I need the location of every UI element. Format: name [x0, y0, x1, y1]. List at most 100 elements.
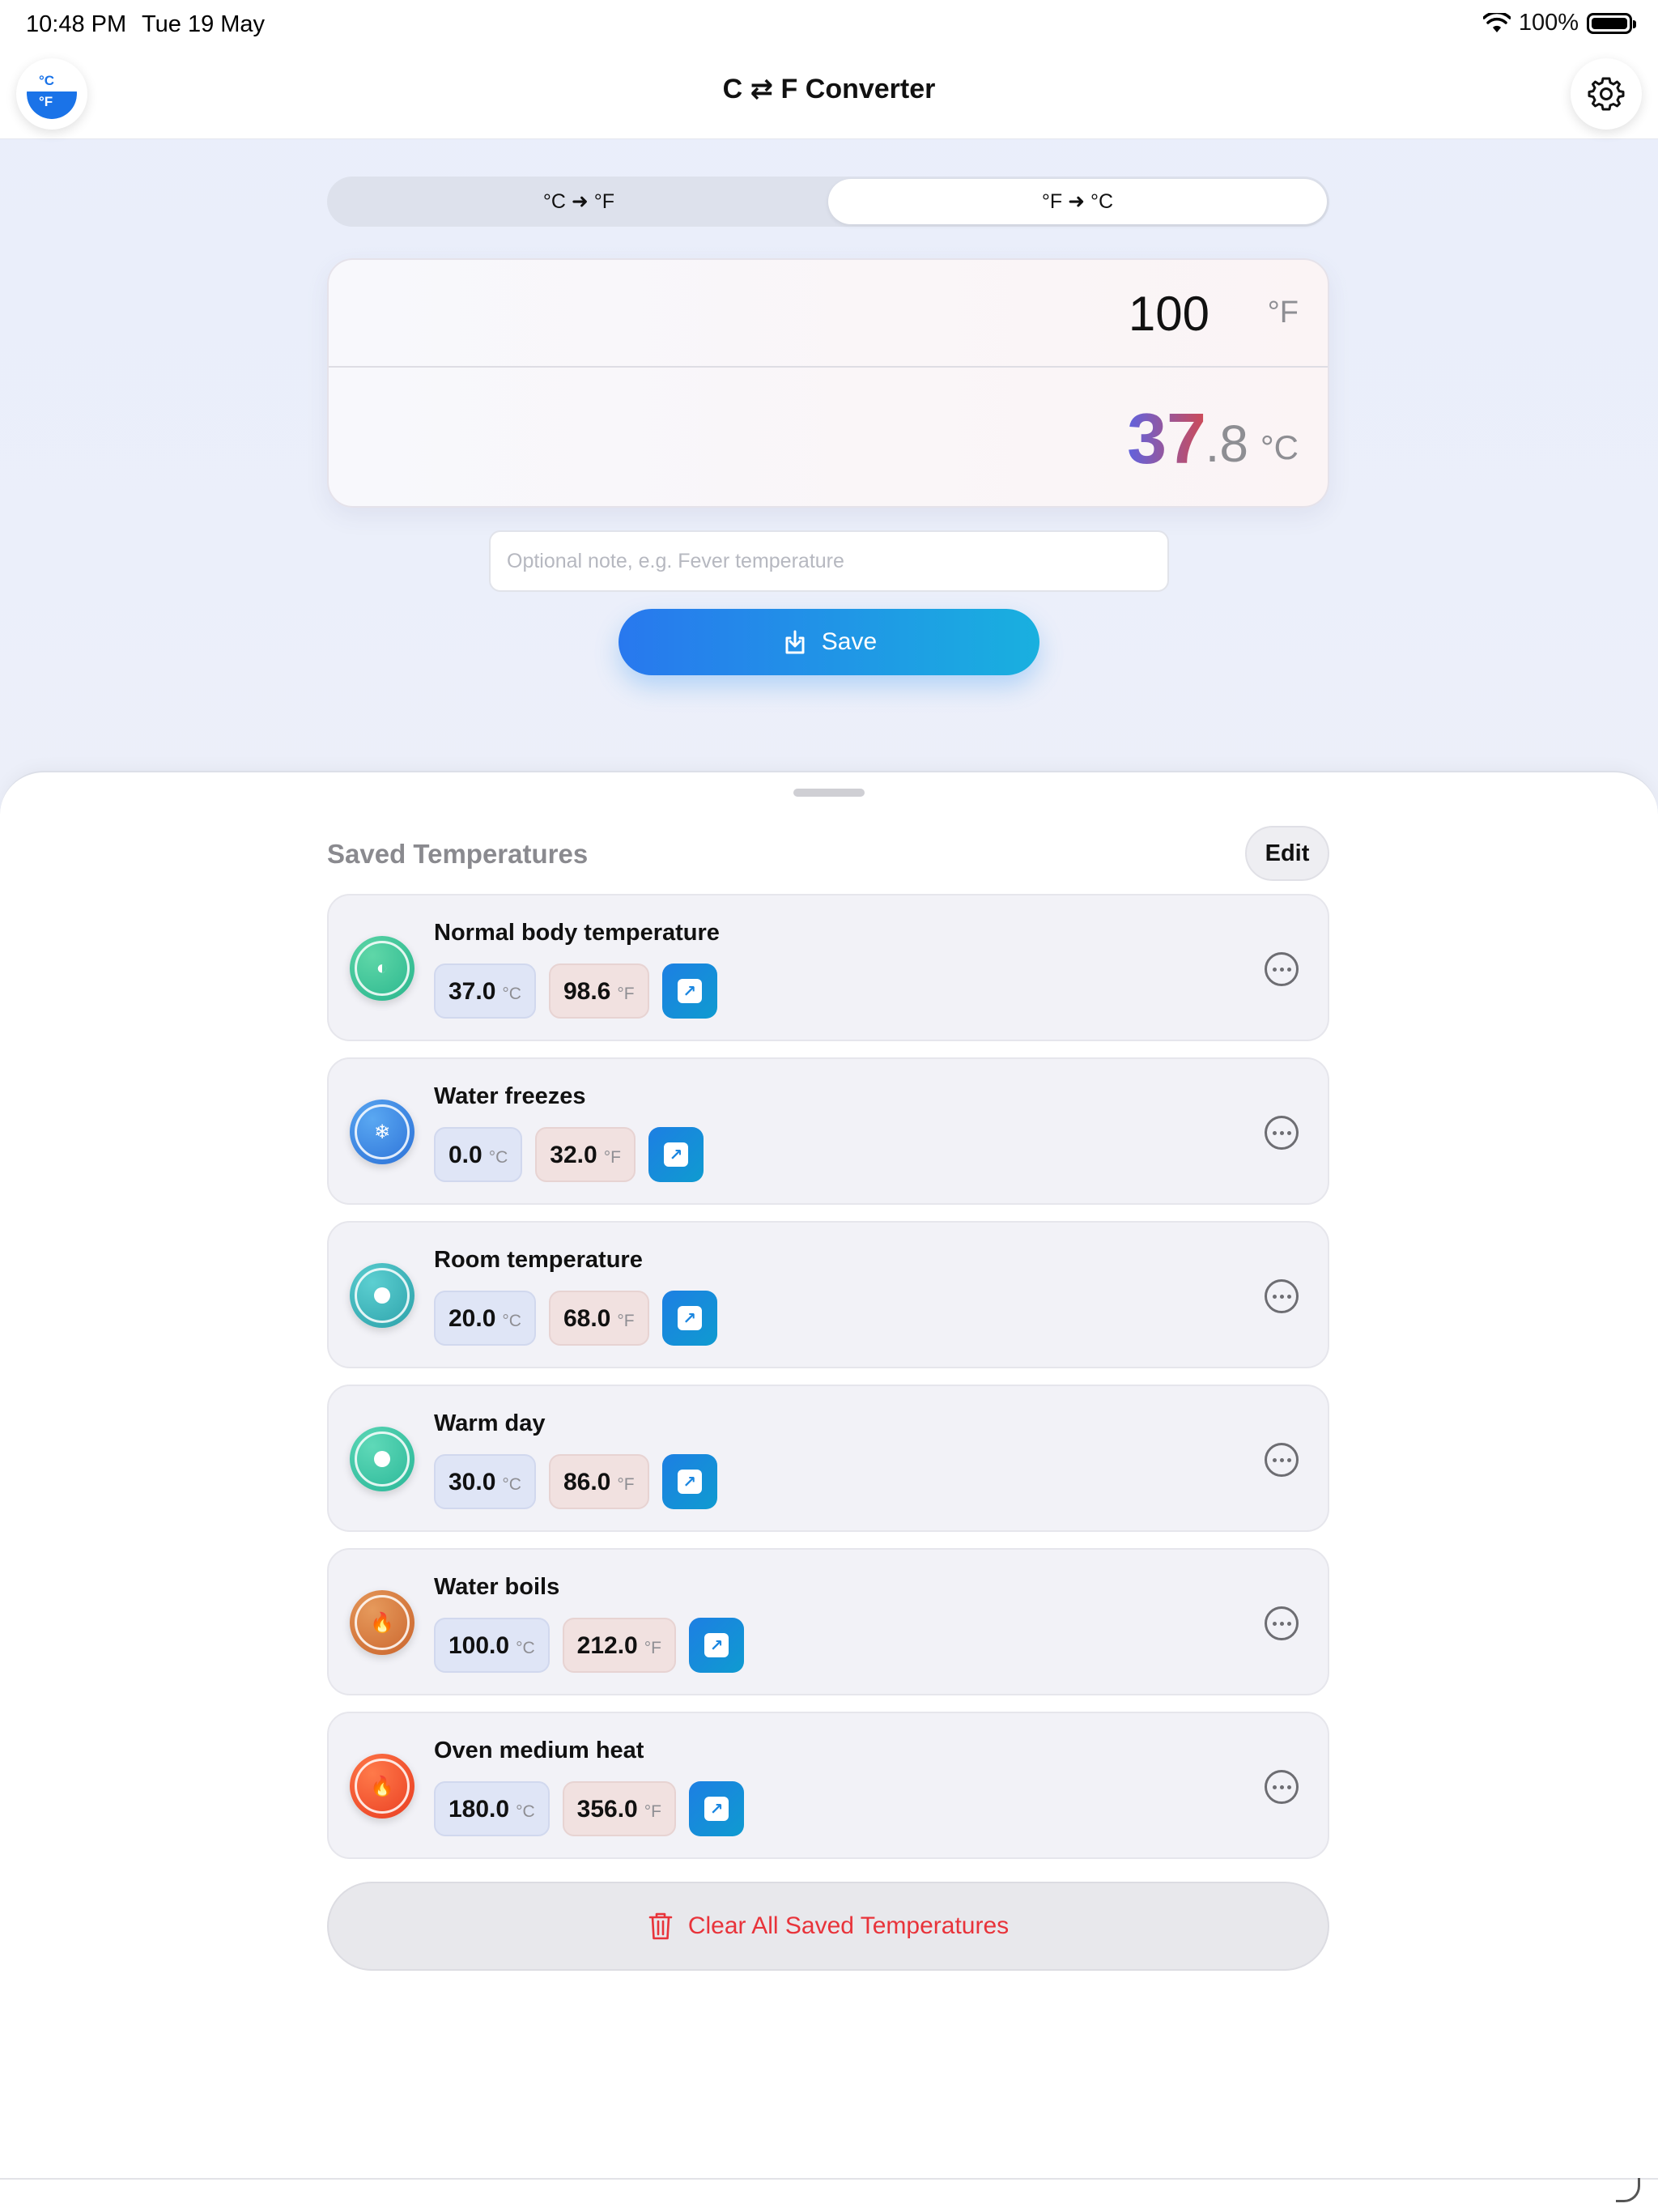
- fahrenheit-value: 212.0: [576, 1632, 638, 1659]
- celsius-pill: 100.0 °C: [434, 1618, 550, 1673]
- status-bar: 10:48 PM Tue 19 May 100%: [0, 0, 1658, 52]
- load-button[interactable]: ↗: [661, 1454, 717, 1509]
- fahrenheit-pill: 98.6 °F: [548, 963, 649, 1019]
- dot-icon: [350, 1427, 414, 1491]
- arrow-up-right-icon: ↗: [704, 1797, 729, 1821]
- celsius-unit: °C: [516, 1802, 535, 1821]
- load-button[interactable]: ↗: [661, 1291, 717, 1346]
- fahrenheit-pill: 32.0 °F: [535, 1127, 636, 1182]
- celsius-value: 180.0: [449, 1796, 510, 1823]
- arrow-up-right-icon: ↗: [677, 979, 702, 1003]
- edit-button[interactable]: Edit: [1245, 826, 1329, 881]
- celsius-value: 20.0: [449, 1305, 496, 1332]
- saved-item-values: 100.0 °C 212.0 °F ↗: [434, 1618, 744, 1673]
- saved-list: ◐ Normal body temperature 37.0 °C 98.6 °…: [327, 894, 1329, 1875]
- battery-icon: [1587, 12, 1636, 34]
- fahrenheit-value: 356.0: [576, 1796, 638, 1823]
- celsius-pill: 20.0 °C: [434, 1291, 536, 1346]
- saved-item-values: 37.0 °C 98.6 °F ↗: [434, 963, 717, 1019]
- save-icon: [785, 630, 805, 654]
- fahrenheit-unit: °F: [603, 1148, 621, 1167]
- saved-item-values: 180.0 °C 356.0 °F ↗: [434, 1781, 744, 1836]
- celsius-value: 30.0: [449, 1469, 496, 1495]
- save-label: Save: [821, 628, 878, 655]
- wifi-icon: [1482, 12, 1511, 32]
- gear-icon: [1588, 77, 1625, 111]
- snowflake-icon: ❄: [350, 1100, 414, 1164]
- clear-all-label: Clear All Saved Temperatures: [687, 1912, 1010, 1939]
- more-options-button[interactable]: [1265, 952, 1299, 986]
- result-decimal: .8: [1205, 415, 1248, 473]
- sheet-grabber[interactable]: [793, 789, 865, 797]
- arrow-up-right-icon: ↗: [704, 1633, 729, 1657]
- more-options-button[interactable]: [1265, 1116, 1299, 1150]
- arrow-up-right-icon: ↗: [663, 1142, 688, 1167]
- saved-item[interactable]: ❄ Water freezes 0.0 °C 32.0 °F ↗: [327, 1057, 1329, 1205]
- nav-bar: °C °F C ⇄ F Converter: [0, 52, 1658, 139]
- fahrenheit-unit: °F: [617, 1312, 635, 1330]
- input-value[interactable]: 100: [1129, 286, 1209, 342]
- more-options-button[interactable]: [1265, 1606, 1299, 1640]
- saved-item[interactable]: 🔥 Water boils 100.0 °C 212.0 °F ↗: [327, 1548, 1329, 1695]
- saved-item[interactable]: Room temperature 20.0 °C 68.0 °F ↗: [327, 1221, 1329, 1368]
- saved-item-name: Oven medium heat: [434, 1738, 644, 1763]
- celsius-unit: °C: [502, 1312, 521, 1330]
- load-button[interactable]: ↗: [688, 1618, 744, 1673]
- celsius-unit: °C: [502, 1475, 521, 1494]
- fahrenheit-value: 68.0: [563, 1305, 611, 1332]
- saved-item-values: 20.0 °C 68.0 °F ↗: [434, 1291, 717, 1346]
- fahrenheit-pill: 68.0 °F: [548, 1291, 649, 1346]
- saved-item[interactable]: Warm day 30.0 °C 86.0 °F ↗: [327, 1385, 1329, 1532]
- saved-title: Saved Temperatures: [327, 839, 589, 869]
- fahrenheit-unit: °F: [644, 1639, 661, 1657]
- arrow-up-right-icon: ↗: [677, 1306, 702, 1330]
- page-title: C ⇄ F Converter: [722, 74, 936, 104]
- more-options-button[interactable]: [1265, 1770, 1299, 1804]
- fahrenheit-value: 86.0: [563, 1469, 611, 1495]
- saved-item-name: Warm day: [434, 1410, 546, 1436]
- bottom-divider: [0, 2178, 1658, 2180]
- conversion-direction-control: °C ➜ °F °F ➜ °C: [327, 177, 1329, 227]
- load-button[interactable]: ↗: [661, 963, 717, 1019]
- status-date: Tue 19 May: [142, 11, 266, 37]
- celsius-unit: °C: [502, 985, 521, 1003]
- celsius-unit: °C: [488, 1148, 508, 1167]
- saved-item-values: 0.0 °C 32.0 °F ↗: [434, 1127, 704, 1182]
- saved-item-name: Water freezes: [434, 1083, 586, 1109]
- celsius-value: 37.0: [449, 978, 496, 1005]
- battery-percent: 100%: [1518, 10, 1579, 36]
- more-options-button[interactable]: [1265, 1443, 1299, 1477]
- celsius-pill: 37.0 °C: [434, 963, 536, 1019]
- saved-item-values: 30.0 °C 86.0 °F ↗: [434, 1454, 717, 1509]
- load-button[interactable]: ↗: [688, 1781, 744, 1836]
- saved-sheet: Saved Temperatures Edit ◐ Normal body te…: [0, 771, 1658, 2212]
- saved-item[interactable]: ◐ Normal body temperature 37.0 °C 98.6 °…: [327, 894, 1329, 1041]
- more-options-button[interactable]: [1265, 1279, 1299, 1313]
- fahrenheit-pill: 356.0 °F: [562, 1781, 676, 1836]
- dot-icon: [350, 1263, 414, 1328]
- saved-item-name: Water boils: [434, 1574, 560, 1600]
- status-time: 10:48 PM: [26, 11, 127, 37]
- celsius-unit: °C: [516, 1639, 535, 1657]
- celsius-pill: 30.0 °C: [434, 1454, 536, 1509]
- celsius-pill: 0.0 °C: [434, 1127, 523, 1182]
- result-integer: 37: [1127, 398, 1206, 479]
- input-unit: °F: [1267, 296, 1299, 330]
- segment-f-to-c[interactable]: °F ➜ °C: [828, 179, 1327, 224]
- note-input[interactable]: [489, 530, 1169, 592]
- arrow-up-right-icon: ↗: [677, 1470, 702, 1494]
- fahrenheit-unit: °F: [644, 1802, 661, 1821]
- fahrenheit-pill: 212.0 °F: [562, 1618, 676, 1673]
- celsius-pill: 180.0 °C: [434, 1781, 550, 1836]
- segment-c-to-f[interactable]: °C ➜ °F: [329, 179, 828, 224]
- settings-button[interactable]: [1571, 58, 1642, 130]
- saved-item[interactable]: 🔥 Oven medium heat 180.0 °C 356.0 °F ↗: [327, 1712, 1329, 1859]
- load-button[interactable]: ↗: [648, 1127, 704, 1182]
- flame-icon: 🔥: [350, 1590, 414, 1655]
- clear-all-button[interactable]: Clear All Saved Temperatures: [327, 1882, 1329, 1971]
- fahrenheit-value: 32.0: [550, 1142, 597, 1168]
- result-unit: °C: [1260, 428, 1299, 466]
- input-row[interactable]: 100 °F: [329, 260, 1328, 368]
- saved-item-name: Room temperature: [434, 1247, 643, 1273]
- save-button[interactable]: Save: [619, 609, 1039, 675]
